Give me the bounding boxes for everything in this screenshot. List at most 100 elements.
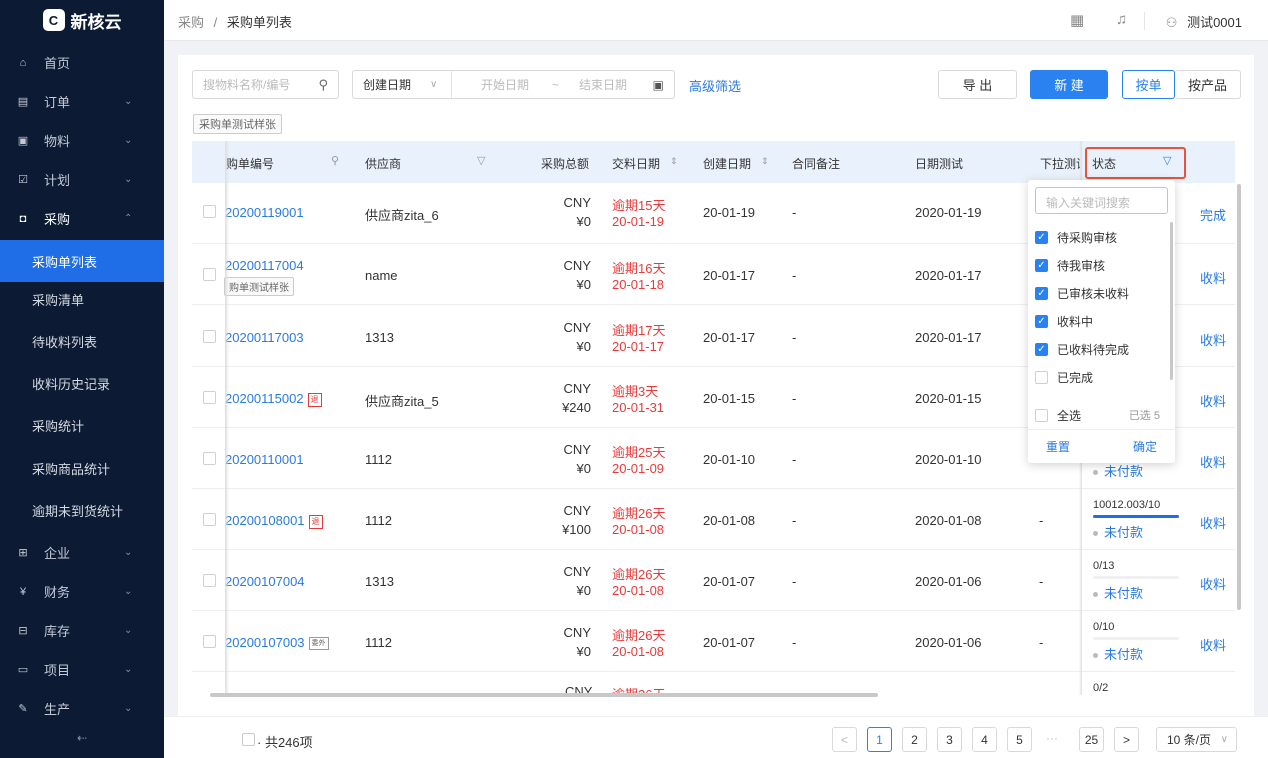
search-icon[interactable]: ⚲	[331, 154, 339, 167]
user-menu[interactable]: ⚇ 测试0001	[1166, 12, 1242, 31]
page-2-button[interactable]: 2	[902, 727, 927, 752]
nav-item-finance[interactable]: ¥ 财务 ⌄	[0, 572, 164, 611]
status-search-input[interactable]: 输入关键词搜索	[1035, 187, 1168, 214]
receive-action[interactable]: 收料	[1200, 513, 1226, 532]
nav-item-enterprise[interactable]: ⊞ 企业 ⌄	[0, 533, 164, 572]
row-checkbox[interactable]	[203, 635, 216, 648]
checkbox-checked[interactable]: ✓	[1035, 342, 1048, 356]
nav-item-plan[interactable]: ☑ 计划 ⌄	[0, 160, 164, 199]
chevron-down-icon: ⌄	[124, 625, 133, 636]
col-order-no: 购单编号	[226, 157, 275, 171]
subnav-purchase-bill[interactable]: 采购清单	[0, 278, 164, 320]
vertical-scrollbar[interactable]	[1237, 184, 1241, 610]
row-sample-tag: 购单测试样张	[224, 277, 294, 296]
filter-icon[interactable]: ▽	[477, 154, 485, 167]
row-checkbox[interactable]	[203, 391, 216, 404]
row-checkbox[interactable]	[203, 513, 216, 526]
breadcrumb-parent[interactable]: 采购	[178, 15, 204, 30]
sort-icon[interactable]: ⇕	[761, 156, 769, 167]
row-checkbox[interactable]	[203, 452, 216, 465]
receive-action[interactable]: 收料	[1200, 268, 1226, 287]
col-dropdown-test: 下拉测试	[1040, 157, 1080, 171]
nav-item-home[interactable]: ⌂ 首页	[0, 43, 164, 82]
status-option[interactable]: 已完成	[1035, 367, 1093, 387]
nav-item-orders[interactable]: ▤ 订单 ⌄	[0, 82, 164, 121]
order-number-link[interactable]: 20200107003 委外	[225, 635, 329, 651]
row-checkbox[interactable]	[203, 268, 216, 281]
export-button[interactable]: 导 出	[938, 70, 1017, 99]
calendar-icon[interactable]: ▣	[653, 78, 664, 92]
material-search-input[interactable]: 搜物料名称/编号 ⚲	[192, 70, 339, 99]
view-by-product-button[interactable]: 按产品	[1175, 70, 1241, 99]
page-25-button[interactable]: 25	[1079, 727, 1104, 752]
status-option[interactable]: ✓ 收料中	[1035, 311, 1093, 331]
subnav-receipt-history[interactable]: 收料历史记录	[0, 362, 164, 404]
checkbox-unchecked[interactable]	[1035, 370, 1048, 384]
pagination-ellipsis[interactable]: ···	[1046, 731, 1058, 745]
order-number-link[interactable]: 20200119001	[225, 205, 304, 220]
sort-icon[interactable]: ⇕	[670, 156, 678, 167]
prev-page-button[interactable]: <	[832, 727, 857, 752]
page-5-button[interactable]: 5	[1007, 727, 1032, 752]
order-number-link[interactable]: 20200117003	[225, 330, 304, 345]
order-number-link[interactable]: 20200110001	[225, 452, 304, 467]
receive-action[interactable]: 收料	[1200, 574, 1226, 593]
subnav-purchase-stats[interactable]: 采购统计	[0, 404, 164, 446]
order-number-link[interactable]: 20200108001 退	[225, 513, 323, 529]
brand-logo[interactable]: C 新核云	[0, 0, 164, 40]
status-option[interactable]: ✓ 已审核未收料	[1035, 283, 1129, 303]
status-option[interactable]: ✓ 待采购审核	[1035, 227, 1117, 247]
amount: ¥0	[576, 583, 591, 598]
status-option[interactable]: ✓ 待我审核	[1035, 255, 1105, 275]
row-checkbox[interactable]	[203, 205, 216, 218]
next-page-button[interactable]: >	[1114, 727, 1139, 752]
start-date-input[interactable]: 开始日期	[481, 76, 529, 93]
checkbox-checked[interactable]: ✓	[1035, 314, 1048, 328]
search-icon[interactable]: ⚲	[318, 77, 328, 93]
horizontal-scrollbar[interactable]	[210, 693, 878, 697]
subnav-pending-receipt[interactable]: 待收料列表	[0, 320, 164, 362]
date-type-select[interactable]: 创建日期	[363, 76, 411, 93]
page-1-button[interactable]: 1	[867, 727, 892, 752]
complete-action[interactable]: 完成	[1200, 205, 1226, 224]
amount: ¥100	[562, 522, 591, 537]
nav-item-inventory[interactable]: ⊟ 库存 ⌄	[0, 611, 164, 650]
dropdown-scrollbar[interactable]	[1170, 222, 1173, 380]
checkbox-checked[interactable]: ✓	[1035, 286, 1048, 300]
create-button[interactable]: 新 建	[1030, 70, 1108, 99]
page-4-button[interactable]: 4	[972, 727, 997, 752]
col-created-date: 创建日期	[703, 157, 752, 171]
view-by-order-button[interactable]: 按单	[1122, 70, 1175, 99]
end-date-input[interactable]: 结束日期	[579, 76, 627, 93]
page-3-button[interactable]: 3	[937, 727, 962, 752]
order-number-link[interactable]: 20200107004	[225, 574, 305, 589]
bell-icon[interactable]: ♫	[1116, 11, 1127, 28]
checkbox-unchecked[interactable]	[1035, 408, 1048, 422]
nav-item-project[interactable]: ▭ 项目 ⌄	[0, 650, 164, 689]
page-size-select[interactable]: 10 条/页 ∨	[1156, 727, 1237, 752]
receive-action[interactable]: 收料	[1200, 635, 1226, 654]
collapse-sidebar-button[interactable]: ⇠	[0, 718, 164, 758]
advanced-filter-link[interactable]: 高级筛选	[689, 76, 741, 95]
reset-button[interactable]: 重置	[1046, 438, 1070, 455]
row-checkbox[interactable]	[203, 574, 216, 587]
checkbox-checked[interactable]: ✓	[1035, 230, 1048, 244]
nav-item-materials[interactable]: ▣ 物料 ⌄	[0, 121, 164, 160]
receive-action[interactable]: 收料	[1200, 330, 1226, 349]
select-all-checkbox[interactable]	[242, 733, 255, 746]
nav-item-purchase[interactable]: ◘ 采购 ⌃	[0, 199, 164, 238]
subnav-product-stats[interactable]: 采购商品统计	[0, 447, 164, 489]
receive-action[interactable]: 收料	[1200, 452, 1226, 471]
subnav-purchase-list[interactable]: 采购单列表	[0, 240, 164, 282]
row-checkbox[interactable]	[203, 330, 216, 343]
order-number-link[interactable]: 20200117004	[225, 258, 304, 273]
order-number-link[interactable]: 20200115002 退	[225, 391, 322, 407]
subnav-overdue-stats[interactable]: 逾期未到货统计	[0, 489, 164, 531]
return-badge: 退	[307, 392, 322, 407]
select-all-option[interactable]: 全选	[1035, 405, 1081, 425]
checkbox-checked[interactable]: ✓	[1035, 258, 1048, 272]
confirm-button[interactable]: 确定	[1133, 438, 1157, 455]
status-option[interactable]: ✓ 已收料待完成	[1035, 339, 1129, 359]
qrcode-icon[interactable]: ▦	[1070, 11, 1084, 29]
receive-action[interactable]: 收料	[1200, 391, 1226, 410]
